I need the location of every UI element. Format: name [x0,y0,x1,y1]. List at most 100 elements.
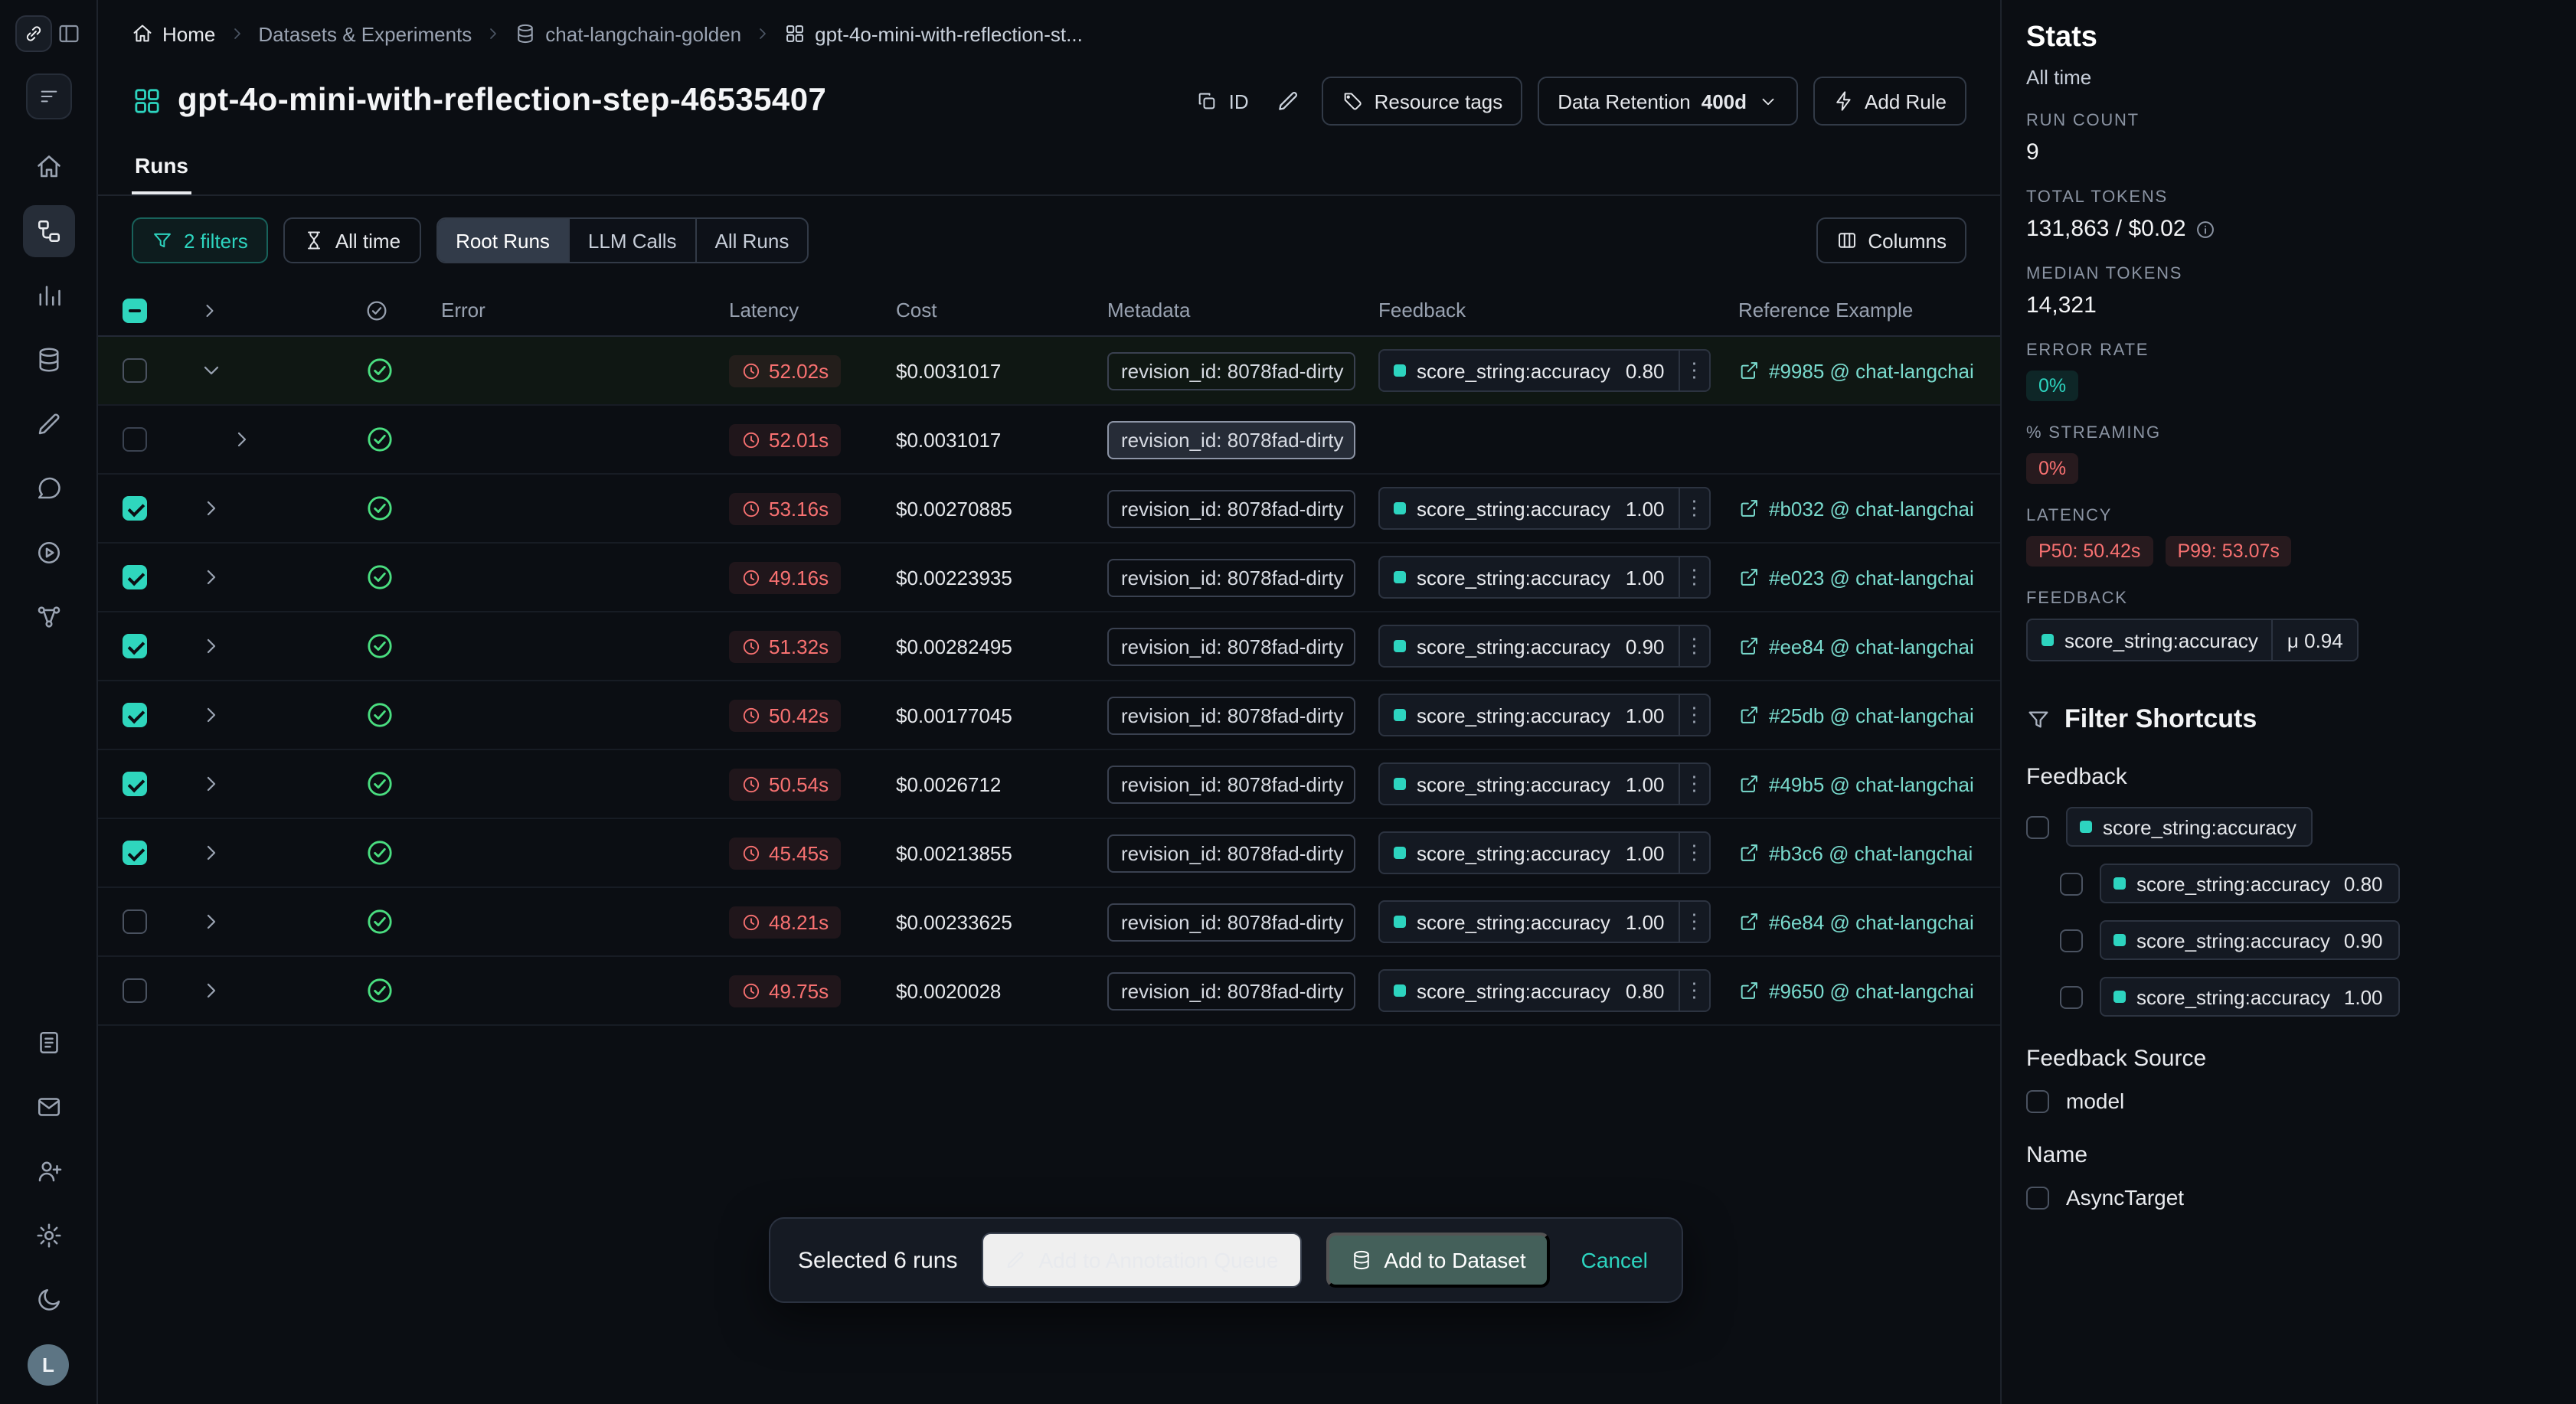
select-all-checkbox[interactable] [123,298,147,322]
col-header-feedback[interactable]: Feedback [1378,299,1738,322]
filters-button[interactable]: 2 filters [132,217,268,263]
sidebar-item-theme[interactable] [22,1274,74,1326]
sidebar-item-invite[interactable] [22,1145,74,1197]
sidebar-item-annotation[interactable] [22,398,74,450]
feedback-menu-icon[interactable]: ⋮ [1679,488,1709,528]
feedback-badge[interactable]: score_string:accuracy1.00⋮ [1378,556,1711,599]
expand-row-icon[interactable] [199,909,224,934]
table-row[interactable]: 48.21s $0.00233625 revision_id: 8078fad-… [98,888,2000,957]
add-to-dataset-button[interactable]: Add to Dataset [1326,1233,1550,1288]
expand-row-icon[interactable] [199,772,224,796]
shortcut-item[interactable]: score_string:accuracy0.80 [2060,864,2551,903]
expand-row-icon[interactable] [199,565,224,589]
feedback-badge[interactable]: score_string:accuracy0.90⋮ [1378,625,1711,668]
copy-id-button[interactable]: ID [1191,77,1255,126]
feedback-badge[interactable]: score_string:accuracy1.00⋮ [1378,694,1711,736]
col-header-latency[interactable]: Latency [720,299,896,322]
expand-row-icon[interactable] [230,427,254,452]
feedback-badge[interactable]: score_string:accuracy1.00⋮ [1378,487,1711,530]
breadcrumb-dataset[interactable]: chat-langchain-golden [515,22,741,45]
col-header-error[interactable]: Error [441,299,720,322]
shortcut-checkbox[interactable] [2026,1089,2049,1112]
columns-button[interactable]: Columns [1816,217,1966,263]
metadata-badge[interactable]: revision_id: 8078fad-dirty [1107,765,1355,803]
row-checkbox[interactable] [123,703,147,727]
metadata-badge[interactable]: revision_id: 8078fad-dirty [1107,903,1355,941]
shortcut-item[interactable]: model [2026,1089,2551,1113]
col-header-reference[interactable]: Reference Example [1738,299,2000,322]
metadata-badge[interactable]: revision_id: 8078fad-dirty [1107,627,1355,665]
feedback-menu-icon[interactable]: ⋮ [1679,971,1709,1011]
metadata-badge[interactable]: revision_id: 8078fad-dirty [1107,489,1355,527]
feedback-badge[interactable]: score_string:accuracy1.00⋮ [1378,900,1711,943]
table-row[interactable]: 51.32s $0.00282495 revision_id: 8078fad-… [98,612,2000,681]
table-row[interactable]: 50.54s $0.0026712 revision_id: 8078fad-d… [98,750,2000,819]
time-range-button[interactable]: All time [283,217,420,263]
sidebar-item-tracing[interactable] [22,205,74,257]
feedback-menu-icon[interactable]: ⋮ [1679,833,1709,873]
table-row[interactable]: 50.42s $0.00177045 revision_id: 8078fad-… [98,681,2000,750]
data-retention-dropdown[interactable]: Data Retention400d [1538,77,1797,126]
expand-row-icon[interactable] [199,978,224,1003]
feedback-menu-icon[interactable]: ⋮ [1679,902,1709,942]
segment-all-runs[interactable]: All Runs [697,219,808,262]
expand-row-icon[interactable] [199,496,224,521]
sidebar-item-prompts[interactable] [22,462,74,514]
cancel-button[interactable]: Cancel [1575,1248,1654,1272]
feedback-menu-icon[interactable]: ⋮ [1679,351,1709,390]
feedback-badge[interactable]: score_string:accuracy0.80⋮ [1378,349,1711,392]
shortcut-item[interactable]: score_string:accuracy1.00 [2060,977,2551,1017]
table-row-child[interactable]: 52.01s $0.0031017 revision_id: 8078fad-d… [98,406,2000,475]
row-checkbox[interactable] [123,565,147,589]
expand-row-icon[interactable] [199,841,224,865]
row-checkbox[interactable] [123,772,147,796]
feedback-summary-badge[interactable]: score_string:accuracy μ 0.94 [2026,619,2359,661]
reference-example-link[interactable]: #49b5 @ chat-langchai [1738,772,1974,795]
shortcut-checkbox[interactable] [2060,872,2083,895]
feedback-menu-icon[interactable]: ⋮ [1679,695,1709,735]
row-checkbox[interactable] [123,841,147,865]
sidebar-item-settings[interactable] [22,1210,74,1262]
shortcut-item[interactable]: score_string:accuracy [2026,807,2551,847]
feedback-menu-icon[interactable]: ⋮ [1679,626,1709,666]
metadata-badge[interactable]: revision_id: 8078fad-dirty [1107,351,1355,390]
shortcut-checkbox[interactable] [2060,985,2083,1008]
table-row[interactable]: 53.16s $0.00270885 revision_id: 8078fad-… [98,475,2000,544]
table-row[interactable]: 49.16s $0.00223935 revision_id: 8078fad-… [98,544,2000,612]
sidebar-item-feedback-mail[interactable] [22,1081,74,1133]
feedback-badge[interactable]: score_string:accuracy0.80⋮ [1378,969,1711,1012]
reference-example-link[interactable]: #b3c6 @ chat-langchai [1738,841,1973,864]
shortcut-item[interactable]: score_string:accuracy0.90 [2060,920,2551,960]
reference-example-link[interactable]: #9650 @ chat-langchai [1738,979,1974,1002]
langsmith-logo[interactable] [15,15,52,52]
row-checkbox[interactable] [123,909,147,934]
sidebar-item-deployments[interactable] [22,591,74,643]
edit-name-button[interactable] [1270,77,1307,126]
metadata-badge[interactable]: revision_id: 8078fad-dirty [1107,971,1355,1010]
reference-example-link[interactable]: #ee84 @ chat-langchai [1738,635,1974,658]
collapse-row-icon[interactable] [199,358,224,383]
expand-row-icon[interactable] [199,634,224,658]
breadcrumb-datasets[interactable]: Datasets & Experiments [258,22,472,45]
row-checkbox[interactable] [123,427,147,452]
metadata-badge[interactable]: revision_id: 8078fad-dirty [1107,834,1355,872]
metadata-badge[interactable]: revision_id: 8078fad-dirty [1107,696,1355,734]
metadata-badge[interactable]: revision_id: 8078fad-dirty [1107,420,1355,459]
row-checkbox[interactable] [123,358,147,383]
breadcrumb-experiment[interactable]: gpt-4o-mini-with-reflection-st... [784,22,1083,45]
reference-example-link[interactable]: #9985 @ chat-langchai [1738,359,1974,382]
add-to-annotation-queue-button[interactable]: Add to Annotation Queue [982,1233,1301,1288]
reference-example-link[interactable]: #6e84 @ chat-langchai [1738,910,1974,933]
sidebar-item-playground[interactable] [22,527,74,579]
panel-toggle-icon[interactable] [57,21,81,46]
sidebar-item-home[interactable] [22,141,74,193]
reference-example-link[interactable]: #e023 @ chat-langchai [1738,566,1974,589]
info-icon[interactable] [2195,218,2217,240]
row-checkbox[interactable] [123,634,147,658]
segment-llm-calls[interactable]: LLM Calls [570,219,697,262]
table-row[interactable]: 49.75s $0.0020028 revision_id: 8078fad-d… [98,957,2000,1026]
expand-row-icon[interactable] [199,703,224,727]
avatar[interactable]: L [28,1344,69,1386]
sidebar-item-monitoring[interactable] [22,269,74,322]
shortcut-item[interactable]: AsyncTarget [2026,1185,2551,1210]
